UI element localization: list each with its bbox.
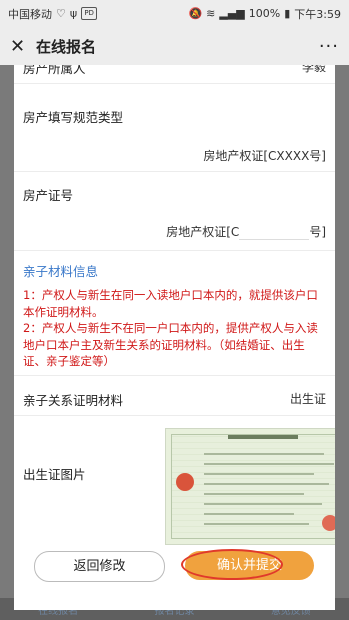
usb-icon: ψ (69, 7, 78, 20)
heart-icon: ♡ (56, 7, 66, 20)
page-title: 在线报名 (36, 37, 97, 56)
mute-icon: 🔕 (188, 7, 203, 20)
property-no-label: 房产证号 (23, 188, 74, 203)
divider (14, 250, 335, 251)
notice-text: 1：产权人与新生在同一入读地户口本内的，就提供该户口本作证明材料。 2：产权人与… (23, 288, 318, 368)
property-type-label: 房产填写规范类型 (23, 110, 124, 125)
back-edit-button[interactable]: 返回修改 (34, 551, 165, 582)
certificate-text-line (204, 493, 304, 495)
divider (14, 375, 335, 376)
divider (14, 415, 335, 416)
certificate-heading-mark (228, 435, 298, 439)
relation-value: 出生证 (289, 392, 326, 406)
certificate-text-line (204, 503, 322, 505)
confirm-submit-button[interactable]: 确认并提交 (185, 551, 314, 580)
app-notification-icon: PD (81, 7, 98, 20)
property-type-label-row: 房产填写规范类型 (14, 107, 335, 126)
background-edge-left (0, 65, 14, 620)
relation-row: 亲子关系证明材料 出生证 (14, 390, 335, 409)
parent-section-title: 亲子材料信息 (23, 264, 99, 279)
property-no-prefix: 房地产权证[C (166, 225, 240, 239)
title-bar: ✕ 在线报名 ··· (0, 27, 349, 65)
property-owner-row: 房产所属人 李毅 (14, 65, 335, 78)
relation-label: 亲子关系证明材料 (23, 393, 124, 408)
redaction-mask (239, 225, 310, 240)
certificate-text-line (204, 473, 314, 475)
national-emblem-icon (176, 473, 194, 491)
property-type-value: 房地产权证[CXXXX号] (203, 149, 326, 163)
battery-percent: 100% (248, 7, 281, 20)
property-no-suffix: 号] (309, 225, 326, 239)
certificate-text-line (204, 513, 294, 515)
clock: 下午3:59 (294, 7, 341, 21)
certificate-text-line (204, 463, 334, 465)
divider (14, 171, 335, 172)
certificate-text-line (204, 453, 324, 455)
property-no-label-row: 房产证号 (14, 185, 335, 204)
certificate-text-line (204, 483, 329, 485)
divider (14, 83, 335, 84)
birth-cert-label: 出生证图片 (23, 467, 86, 482)
property-owner-value: 李毅 (301, 65, 326, 74)
wifi-icon: ≋ (206, 7, 216, 20)
property-no-value: 房地产权证[C 号] (14, 223, 335, 240)
property-owner-label: 房产所属人 (23, 65, 86, 76)
background-edge-right (335, 65, 349, 620)
signal-icon: ▂▄▆ (219, 7, 245, 20)
more-icon[interactable]: ··· (319, 36, 339, 57)
battery-icon: ▮ (284, 7, 291, 20)
carrier-label: 中国移动 (8, 7, 52, 21)
close-icon[interactable]: ✕ (10, 36, 32, 57)
official-seal-icon (322, 515, 335, 531)
birth-certificate-image[interactable] (165, 428, 335, 545)
confirm-dialog: 房产所属人 李毅 房产填写规范类型 房地产权证[CXXXX号] 房产证号 房地产… (14, 65, 335, 610)
status-bar: 中国移动 ♡ ψ PD 🔕 ≋ ▂▄▆ 100% ▮ 下午3:59 (0, 0, 349, 27)
parent-section-header: 亲子材料信息 (14, 261, 335, 280)
certificate-text-line (204, 523, 309, 525)
